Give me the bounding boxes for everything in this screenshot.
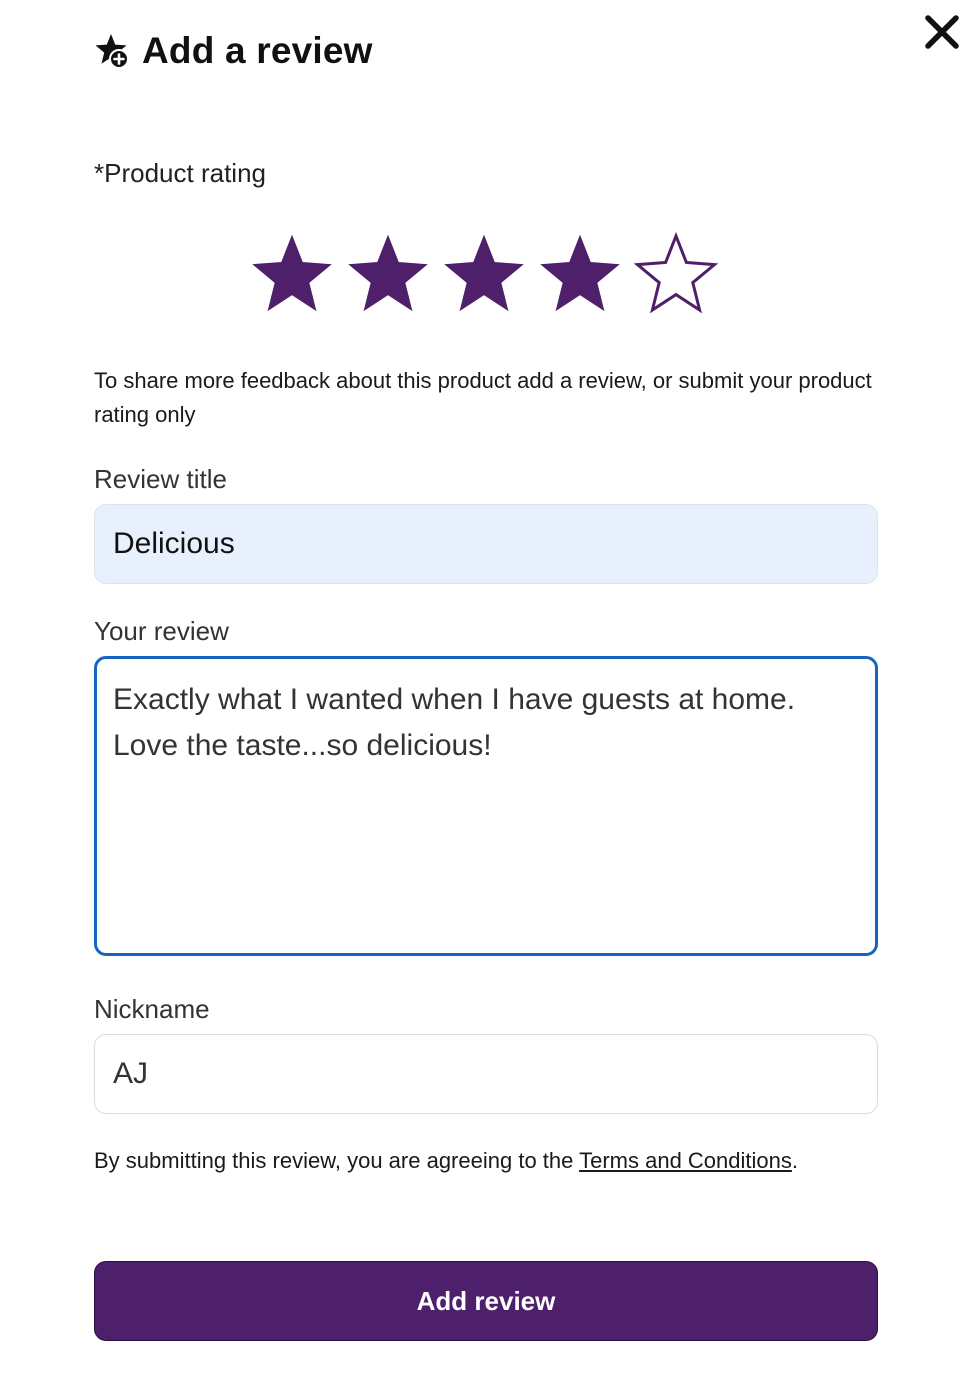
terms-notice: By submitting this review, you are agree…: [94, 1148, 798, 1174]
add-review-button[interactable]: Add review: [94, 1261, 878, 1341]
nickname-input[interactable]: AJ: [94, 1034, 878, 1114]
close-icon: [925, 15, 959, 49]
star-plus-icon: [94, 32, 132, 70]
close-button[interactable]: [920, 10, 964, 54]
star-filled-icon[interactable]: [538, 232, 622, 316]
your-review-textarea[interactable]: Exactly what I wanted when I have guests…: [94, 656, 878, 956]
terms-suffix: .: [791, 1148, 798, 1173]
review-title-input[interactable]: Delicious: [94, 504, 878, 584]
product-rating-label: *Product rating: [94, 158, 266, 188]
star-filled-icon[interactable]: [442, 232, 526, 316]
review-title-label: Review title: [94, 464, 227, 494]
terms-prefix: By submitting this review, you are agree…: [94, 1148, 580, 1173]
terms-link[interactable]: Terms and Conditions: [579, 1148, 792, 1173]
review-title-value: Delicious: [113, 527, 235, 560]
dialog-title: Add a review: [142, 30, 373, 71]
star-filled-icon[interactable]: [346, 232, 430, 316]
your-review-value: Exactly what I wanted when I have guests…: [113, 683, 796, 762]
your-review-label: Your review: [94, 616, 229, 646]
star-rating: [250, 232, 718, 316]
star-filled-icon[interactable]: [250, 232, 334, 316]
nickname-label: Nickname: [94, 994, 210, 1024]
nickname-value: AJ: [113, 1057, 149, 1090]
helper-text: To share more feedback about this produc…: [94, 368, 872, 427]
dialog-header: Add a review: [94, 30, 373, 72]
add-review-dialog: Add a review *Product rating To share mo…: [0, 0, 972, 1374]
star-empty-icon[interactable]: [634, 232, 718, 316]
